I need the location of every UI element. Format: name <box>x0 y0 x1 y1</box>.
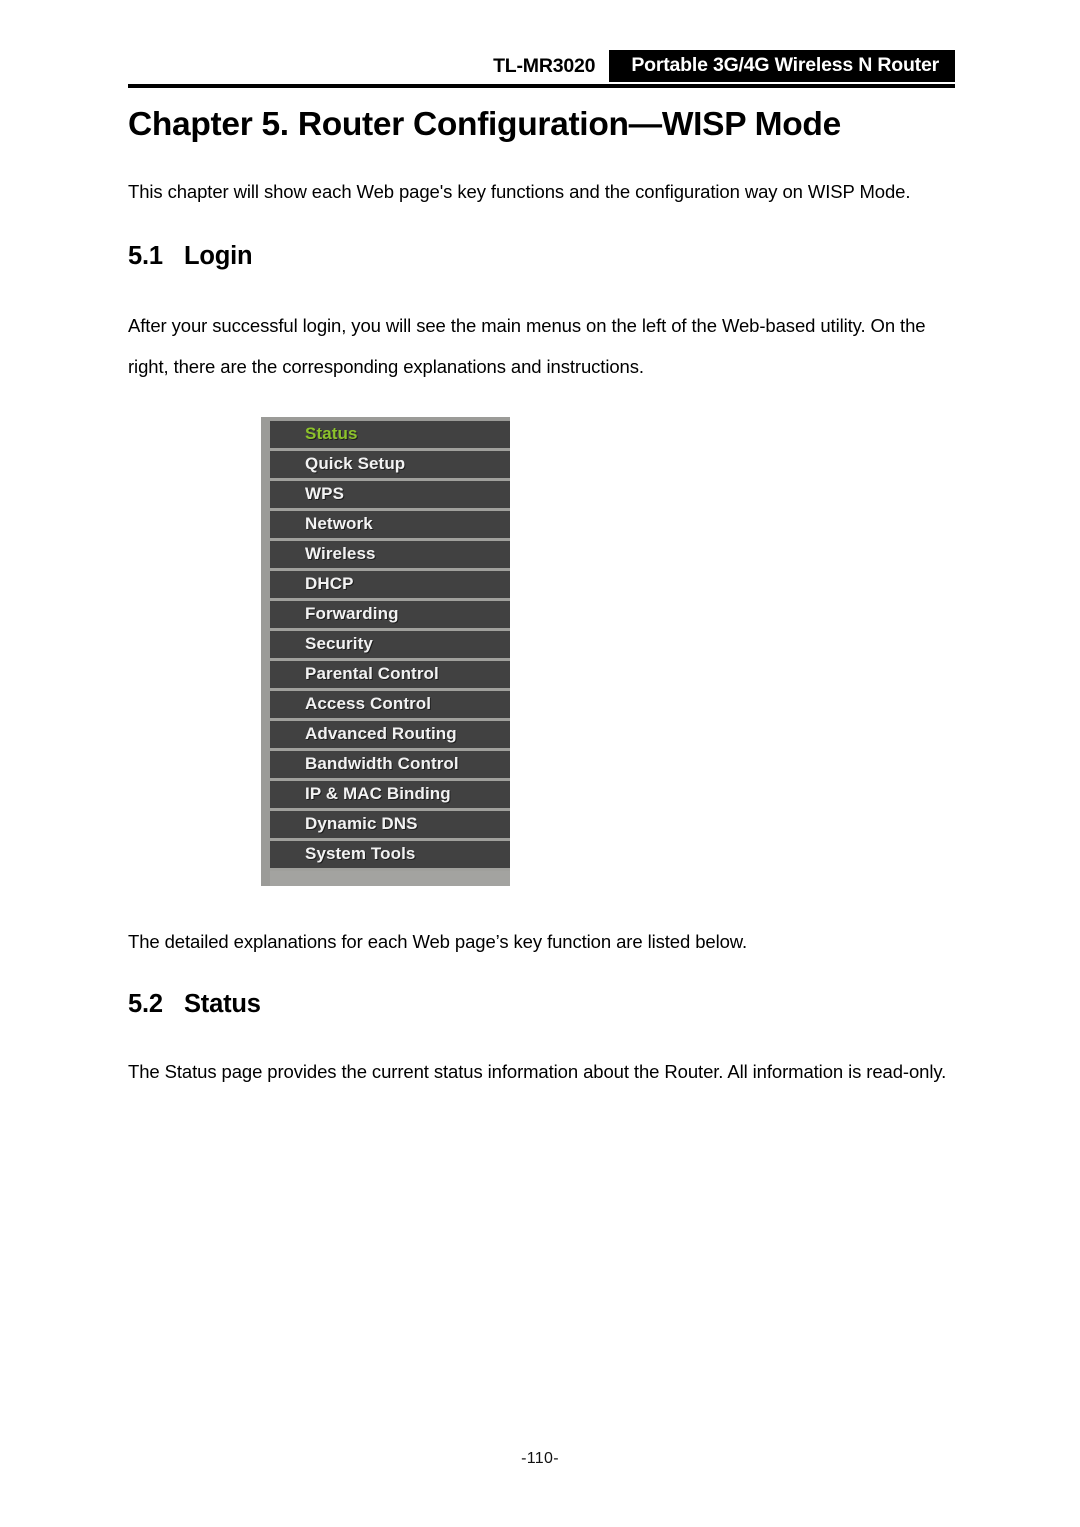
menu-item-label: WPS <box>305 484 345 504</box>
menu-item-label: Forwarding <box>305 604 399 624</box>
header-divider-rule <box>128 84 955 88</box>
section-heading-status: 5.2 Status <box>128 990 955 1019</box>
header-product-name: Portable 3G/4G Wireless N Router <box>609 50 955 82</box>
section-title-login: Login <box>184 241 253 270</box>
menu-item-label: Security <box>305 634 373 654</box>
menu-item-wireless[interactable]: Wireless <box>270 540 510 571</box>
status-paragraph: The Status page provides the current sta… <box>128 1060 947 1082</box>
router-main-menu-figure: Status Quick Setup WPS Network Wireless … <box>261 416 510 886</box>
menu-item-dhcp[interactable]: DHCP <box>270 570 510 601</box>
menu-item-forwarding[interactable]: Forwarding <box>270 600 510 631</box>
menu-item-label: System Tools <box>305 844 416 864</box>
menu-item-label: DHCP <box>305 574 354 594</box>
menu-item-label: Network <box>305 514 373 534</box>
intro-paragraph: This chapter will show each Web page's k… <box>128 180 911 202</box>
menu-item-advanced-routing[interactable]: Advanced Routing <box>270 720 510 751</box>
menu-item-label: Wireless <box>305 544 376 564</box>
menu-item-dynamic-dns[interactable]: Dynamic DNS <box>270 810 510 841</box>
menu-item-label: IP & MAC Binding <box>305 784 451 804</box>
section-number-status: 5.2 <box>128 989 163 1018</box>
section-number-login: 5.1 <box>128 241 163 270</box>
login-paragraph: After your successful login, you will se… <box>128 314 926 377</box>
menu-item-wps[interactable]: WPS <box>270 480 510 511</box>
menu-item-bandwidth-control[interactable]: Bandwidth Control <box>270 750 510 781</box>
page-footer: -110- <box>0 1450 1080 1468</box>
menu-item-label: Status <box>305 424 358 444</box>
header-row: TL-MR3020 Portable 3G/4G Wireless N Rout… <box>128 50 955 82</box>
figure-caption-paragraph: The detailed explanations for each Web p… <box>128 930 748 952</box>
menu-item-label: Bandwidth Control <box>305 754 459 774</box>
menu-item-ip-mac-binding[interactable]: IP & MAC Binding <box>270 780 510 811</box>
header-model-name: TL-MR3020 <box>493 54 596 77</box>
page-running-header: TL-MR3020 Portable 3G/4G Wireless N Rout… <box>0 50 1080 90</box>
document-content: Chapter 5. Router Configuration—WISP Mod… <box>128 104 955 1092</box>
menu-item-access-control[interactable]: Access Control <box>270 690 510 721</box>
section-heading-login: 5.1 Login <box>128 242 955 271</box>
menu-item-label: Parental Control <box>305 664 439 684</box>
menu-item-system-tools[interactable]: System Tools <box>270 840 510 871</box>
menu-item-parental-control[interactable]: Parental Control <box>270 660 510 691</box>
menu-item-label: Access Control <box>305 694 432 714</box>
page-title: Chapter 5. Router Configuration—WISP Mod… <box>128 106 841 143</box>
menu-item-network[interactable]: Network <box>270 510 510 541</box>
menu-item-label: Quick Setup <box>305 454 406 474</box>
router-main-menu-list: Status Quick Setup WPS Network Wireless … <box>270 420 510 886</box>
section-title-status: Status <box>184 989 261 1018</box>
menu-item-security[interactable]: Security <box>270 630 510 661</box>
menu-item-quick-setup[interactable]: Quick Setup <box>270 450 510 481</box>
router-menu-footer-strip <box>270 870 510 886</box>
menu-item-label: Dynamic DNS <box>305 814 418 834</box>
menu-item-status[interactable]: Status <box>270 420 510 451</box>
page-number: -110- <box>521 1450 559 1467</box>
menu-item-label: Advanced Routing <box>305 724 457 744</box>
